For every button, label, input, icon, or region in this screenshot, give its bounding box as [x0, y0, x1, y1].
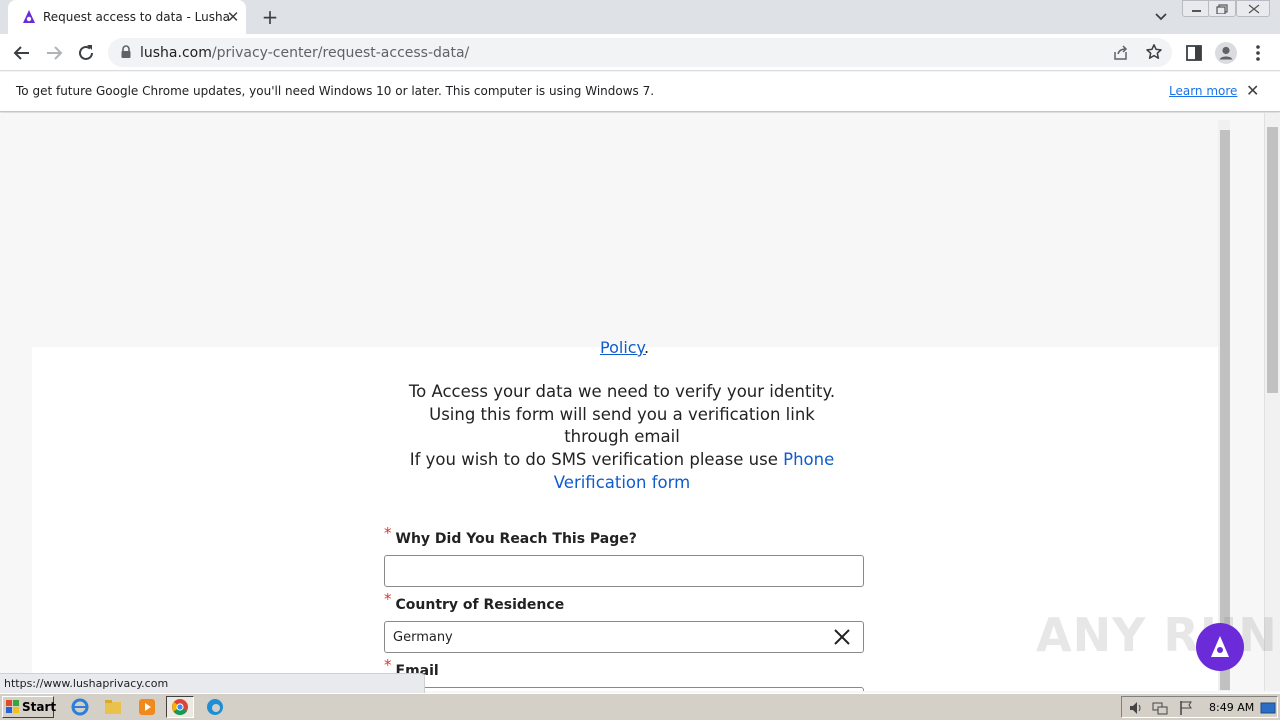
- page-scrollbar-thumb[interactable]: [1267, 127, 1278, 393]
- start-label: Start: [22, 700, 57, 714]
- chrome-icon: [172, 699, 188, 715]
- status-url: https://www.lushaprivacy.com: [4, 677, 169, 690]
- volume-icon[interactable]: [1128, 700, 1144, 716]
- reload-icon[interactable]: [75, 42, 97, 64]
- learn-more-link[interactable]: Learn more: [1169, 84, 1237, 98]
- system-tray: 8:49 AM: [1121, 696, 1278, 718]
- lock-icon[interactable]: [120, 45, 132, 59]
- windows-logo-icon: [6, 700, 19, 713]
- side-panel-icon[interactable]: [1183, 42, 1205, 64]
- infobar-message: To get future Google Chrome updates, you…: [16, 84, 655, 98]
- email-input[interactable]: [384, 687, 864, 691]
- minimize-icon: [1192, 10, 1201, 12]
- country-label-text: Country of Residence: [395, 597, 565, 613]
- required-marker: *: [384, 524, 392, 542]
- minimize-button[interactable]: [1182, 0, 1210, 17]
- close-window-icon: [1248, 4, 1260, 14]
- policy-period: .: [644, 338, 650, 357]
- media-player-icon[interactable]: [137, 697, 157, 717]
- menu-kebab-icon[interactable]: [1247, 42, 1269, 64]
- intro-line-3: If you wish to do SMS verification pleas…: [402, 449, 842, 494]
- sms-text: If you wish to do SMS verification pleas…: [409, 450, 778, 470]
- chrome-taskbar-button[interactable]: [166, 696, 194, 718]
- clear-selection-icon[interactable]: [833, 628, 851, 646]
- required-marker: *: [384, 590, 392, 608]
- back-arrow-icon[interactable]: [11, 42, 33, 64]
- reason-label-text: Why Did You Reach This Page?: [395, 531, 637, 547]
- form-scrollbar[interactable]: [1218, 120, 1230, 691]
- file-explorer-icon[interactable]: [103, 697, 123, 717]
- restore-button[interactable]: [1208, 0, 1236, 17]
- page-viewport: Policy . To Access your data we need to …: [0, 113, 1264, 691]
- status-link-bubble: https://www.lushaprivacy.com: [0, 673, 425, 693]
- windows-taskbar: Start 8:49 AM: [0, 693, 1280, 720]
- edge-icon[interactable]: [205, 697, 225, 717]
- new-tab-button[interactable]: +: [258, 5, 282, 29]
- restore-icon: [1216, 4, 1228, 14]
- url-text[interactable]: lusha.com/privacy-center/request-access-…: [140, 45, 469, 61]
- profile-avatar-icon[interactable]: [1214, 41, 1238, 65]
- infobar-close-icon[interactable]: ✕: [1246, 83, 1259, 99]
- form-scrollbar-thumb[interactable]: [1220, 130, 1230, 690]
- forward-arrow-icon[interactable]: [43, 42, 65, 64]
- share-icon[interactable]: [1112, 44, 1130, 62]
- show-desktop-icon[interactable]: [1260, 700, 1276, 716]
- tab-strip: Request access to data - Lusha ✕ +: [0, 0, 1280, 34]
- bookmark-star-icon[interactable]: [1145, 43, 1163, 61]
- country-select[interactable]: Germany: [384, 621, 864, 653]
- tab-search-chevron-icon[interactable]: [1151, 8, 1171, 26]
- address-bar[interactable]: lusha.com/privacy-center/request-access-…: [108, 38, 1172, 67]
- close-window-button[interactable]: [1236, 0, 1270, 17]
- tab-close-icon[interactable]: ✕: [224, 8, 242, 26]
- privacy-policy-link[interactable]: Policy: [600, 338, 646, 357]
- browser-tab[interactable]: Request access to data - Lusha ✕: [8, 0, 246, 34]
- intro-line-1: To Access your data we need to verify yo…: [408, 382, 836, 401]
- update-infobar: To get future Google Chrome updates, you…: [0, 72, 1280, 112]
- taskbar-clock[interactable]: 8:49 AM: [1209, 701, 1254, 714]
- lusha-favicon-icon: [23, 10, 35, 23]
- reason-label: * Why Did You Reach This Page?: [384, 524, 637, 547]
- network-icon[interactable]: [1152, 700, 1168, 716]
- internet-explorer-icon[interactable]: [70, 697, 90, 717]
- country-label: * Country of Residence: [384, 590, 565, 613]
- url-path: /privacy-center/request-access-data/: [211, 45, 470, 61]
- tab-title: Request access to data - Lusha: [43, 10, 230, 24]
- intro-text: To Access your data we need to verify yo…: [402, 381, 842, 495]
- browser-toolbar: lusha.com/privacy-center/request-access-…: [0, 34, 1280, 71]
- required-marker: *: [384, 656, 392, 674]
- intro-line-2: Using this form will send you a verifica…: [429, 404, 815, 447]
- chat-widget-button[interactable]: [1196, 623, 1244, 671]
- lusha-logo-icon: [1211, 636, 1229, 657]
- reason-input[interactable]: [384, 555, 864, 587]
- url-host: lusha.com: [140, 45, 212, 61]
- country-value: Germany: [393, 630, 453, 645]
- start-button[interactable]: Start: [2, 696, 57, 718]
- action-center-flag-icon[interactable]: [1178, 700, 1194, 716]
- page-scrollbar[interactable]: [1264, 113, 1280, 691]
